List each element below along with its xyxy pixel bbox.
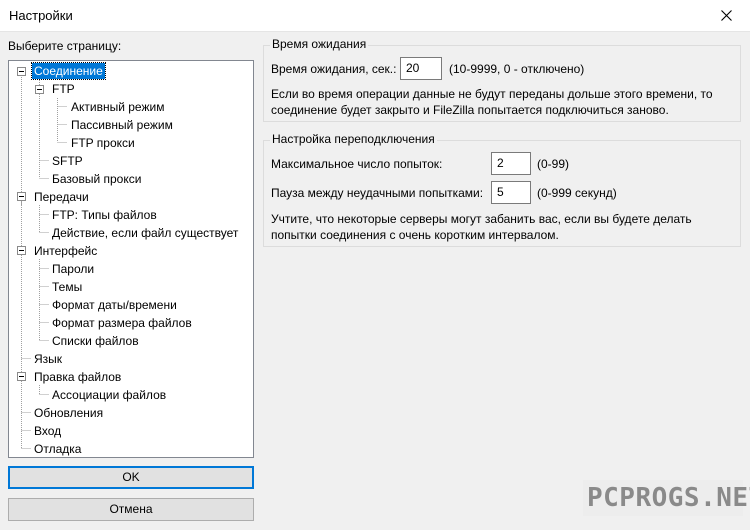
tree-item-size-format[interactable]: Формат размера файлов [50, 315, 194, 331]
timeout-input[interactable]: 20 [400, 57, 442, 80]
tree-item-ftp-file-types[interactable]: FTP: Типы файлов [50, 207, 159, 223]
max-attempts-label: Максимальное число попыток: [271, 157, 443, 171]
max-attempts-range: (0-99) [537, 157, 570, 171]
reconnect-group-title: Настройка переподключения [270, 132, 437, 146]
close-icon [721, 10, 732, 21]
ok-button[interactable]: OK [8, 466, 254, 489]
tree-item-themes[interactable]: Темы [50, 279, 84, 295]
tree-item-updates[interactable]: Обновления [32, 405, 105, 421]
pause-label: Пауза между неудачными попытками: [271, 186, 484, 200]
reconnect-group: Настройка переподключения Максимальное ч… [263, 132, 741, 247]
collapse-soedinenie-icon[interactable] [17, 67, 26, 76]
tree-item-active-mode[interactable]: Активный режим [69, 99, 166, 115]
tree-item-ftp-proxy[interactable]: FTP прокси [69, 135, 137, 151]
collapse-interface-icon[interactable] [17, 246, 26, 255]
pause-range: (0-999 секунд) [537, 186, 617, 200]
watermark-text: PCPROGS.NET [587, 483, 750, 513]
reconnect-note-line2: попытки соединения с очень коротким инте… [271, 228, 559, 242]
max-attempts-input[interactable]: 2 [491, 152, 531, 175]
tree-item-connection[interactable]: Соединение [31, 62, 106, 80]
tree-item-passwords[interactable]: Пароли [50, 261, 96, 277]
tree-item-transfers[interactable]: Передачи [32, 189, 91, 205]
watermark: PCPROGS.NET [583, 480, 750, 516]
tree-item-passive-mode[interactable]: Пассивный режим [69, 117, 175, 133]
cancel-button[interactable]: Отмена [8, 498, 254, 521]
timeout-label: Время ожидания, сек.: [271, 62, 397, 76]
window-title: Настройки [9, 8, 73, 23]
tree-item-language[interactable]: Язык [32, 351, 64, 367]
reconnect-note-line1: Учтите, что некоторые серверы могут заба… [271, 212, 692, 226]
timeout-group-title: Время ожидания [270, 37, 369, 51]
collapse-ftp-icon[interactable] [35, 85, 44, 94]
timeout-group: Время ожидания Время ожидания, сек.: 20 … [263, 37, 741, 122]
close-button[interactable] [704, 0, 750, 31]
tree-item-file-lists[interactable]: Списки файлов [50, 333, 141, 349]
tree-item-file-editing[interactable]: Правка файлов [32, 369, 123, 385]
tree-item-ftp[interactable]: FTP [50, 81, 77, 97]
tree-item-file-exists-action[interactable]: Действие, если файл существует [50, 225, 240, 241]
title-bar: Настройки [0, 0, 750, 32]
pause-input[interactable]: 5 [491, 181, 531, 204]
page-select-label: Выберите страницу: [8, 39, 122, 53]
timeout-note-line1: Если во время операции данные не будут п… [271, 87, 713, 101]
tree-item-logging[interactable]: Вход [32, 423, 63, 439]
tree-item-interface[interactable]: Интерфейс [32, 243, 99, 259]
tree-item-debug[interactable]: Отладка [32, 441, 83, 457]
tree-item-file-associations[interactable]: Ассоциации файлов [50, 387, 168, 403]
timeout-note-line2: соединение будет закрыто и FileZilla поп… [271, 103, 669, 117]
collapse-editing-icon[interactable] [17, 372, 26, 381]
tree-item-date-format[interactable]: Формат даты/времени [50, 297, 179, 313]
tree-item-sftp[interactable]: SFTP [50, 153, 85, 169]
settings-tree[interactable]: Соединение FTP Активный режим Пассивный … [8, 60, 254, 458]
collapse-peredachi-icon[interactable] [17, 192, 26, 201]
timeout-range: (10-9999, 0 - отключено) [449, 62, 585, 76]
tree-item-generic-proxy[interactable]: Базовый прокси [50, 171, 143, 187]
